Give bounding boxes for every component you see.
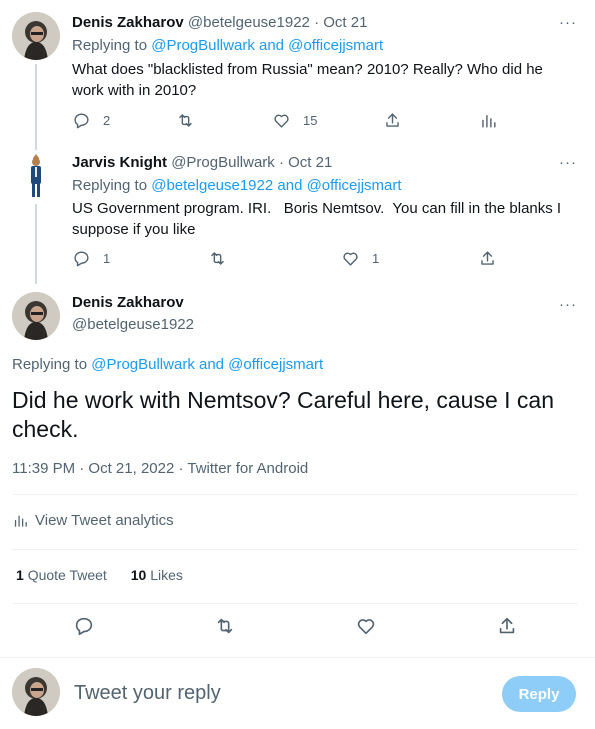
reply-icon	[75, 617, 93, 636]
tweet-meta[interactable]: 11:39 PM · Oct 21, 2022 · Twitter for An…	[12, 460, 308, 477]
reply-count: 2	[103, 113, 111, 128]
author-name[interactable]: Denis Zakharov	[72, 294, 184, 311]
share-icon	[499, 617, 515, 634]
author-name[interactable]: Jarvis Knight	[72, 154, 167, 171]
retweet-button[interactable]	[176, 111, 207, 130]
analytics-icon	[482, 115, 496, 128]
retweet-icon	[217, 618, 233, 634]
divider	[12, 603, 578, 604]
reply-icon	[74, 113, 89, 129]
divider	[0, 657, 595, 658]
replying-prefix: Replying to	[12, 356, 88, 373]
divider	[12, 494, 578, 495]
tweet-header: Jarvis Knight @ProgBullwark · Oct 21	[72, 154, 332, 171]
quote-label: Quote Tweet	[27, 567, 107, 583]
author-name[interactable]: Denis Zakharov	[72, 14, 184, 31]
avatar-denis[interactable]	[12, 12, 60, 60]
replying-to: Replying to @ProgBullwark and @officejjs…	[72, 37, 383, 54]
analytics-label: View Tweet analytics	[35, 512, 174, 529]
more-icon[interactable]: ···	[559, 296, 577, 313]
tweet-text: What does "blacklisted from Russia" mean…	[72, 61, 543, 99]
separator: ·	[314, 14, 320, 31]
likes-label: Likes	[150, 567, 183, 583]
thread-line	[35, 64, 37, 150]
analytics-icon	[14, 515, 27, 527]
like-button[interactable]	[355, 615, 377, 637]
replying-to-link[interactable]: @betelgeuse1922 and @officejjsmart	[151, 177, 401, 194]
retweet-icon	[179, 114, 192, 127]
avatar-self	[12, 668, 60, 716]
like-count: 15	[303, 113, 318, 128]
author-handle[interactable]: @betelgeuse1922	[188, 14, 310, 31]
share-icon	[481, 251, 494, 265]
author-handle[interactable]: @betelgeuse1922	[72, 316, 194, 333]
tweet-date[interactable]: Oct 21	[288, 154, 332, 171]
like-icon	[274, 114, 289, 128]
more-icon[interactable]: ···	[559, 14, 577, 31]
author-handle[interactable]: @ProgBullwark	[171, 154, 275, 171]
replying-to-link[interactable]: @ProgBullwark and @officejjsmart	[91, 356, 323, 373]
avatar-jarvis[interactable]	[12, 152, 60, 200]
like-icon	[343, 252, 358, 266]
likes-stat[interactable]: 10 Likes	[131, 567, 183, 583]
avatar-denis-main[interactable]	[12, 292, 60, 340]
like-button[interactable]: 1	[341, 249, 379, 268]
analytics-button[interactable]	[479, 111, 498, 130]
divider	[12, 549, 578, 550]
share-button[interactable]	[478, 249, 497, 268]
replying-to-link[interactable]: @ProgBullwark and @officejjsmart	[151, 37, 383, 54]
replying-to: Replying to @betelgeuse1922 and @officej…	[72, 177, 402, 194]
share-icon	[386, 113, 399, 127]
tweet-stats: 1 Quote Tweet 10 Likes	[16, 567, 203, 583]
thread-line	[35, 204, 37, 284]
quote-count: 1	[16, 567, 24, 583]
reply-submit-button[interactable]: Reply	[502, 676, 576, 712]
like-icon	[357, 619, 375, 635]
share-button[interactable]	[383, 111, 402, 130]
more-icon[interactable]: ···	[559, 154, 577, 171]
retweet-button[interactable]	[208, 249, 239, 268]
tweet-header: Denis Zakharov @betelgeuse1922 · Oct 21	[72, 14, 367, 31]
retweet-button[interactable]	[214, 615, 236, 637]
like-count: 1	[372, 251, 380, 266]
share-button[interactable]	[496, 615, 518, 637]
replying-prefix: Replying to	[72, 37, 148, 54]
replying-to: Replying to @ProgBullwark and @officejjs…	[12, 356, 323, 373]
tweet-date[interactable]: Oct 21	[323, 14, 367, 31]
reply-input[interactable]: Tweet your reply	[74, 682, 221, 705]
tweet-text: Did he work with Nemtsov? Careful here, …	[12, 387, 555, 442]
replying-prefix: Replying to	[72, 177, 148, 194]
view-analytics-link[interactable]: View Tweet analytics	[12, 512, 174, 529]
likes-count: 10	[130, 567, 147, 583]
tweet-text: US Government program. IRI. Boris Nemtso…	[72, 200, 566, 238]
reply-button[interactable]: 1	[72, 249, 110, 268]
quote-tweets-stat[interactable]: 1 Quote Tweet	[16, 567, 107, 583]
like-button[interactable]: 15	[272, 111, 317, 130]
reply-count: 1	[103, 251, 111, 266]
reply-button[interactable]	[73, 615, 95, 637]
retweet-icon	[211, 252, 224, 265]
separator: ·	[278, 154, 284, 171]
reply-button[interactable]: 2	[72, 111, 110, 130]
reply-icon	[74, 251, 89, 267]
